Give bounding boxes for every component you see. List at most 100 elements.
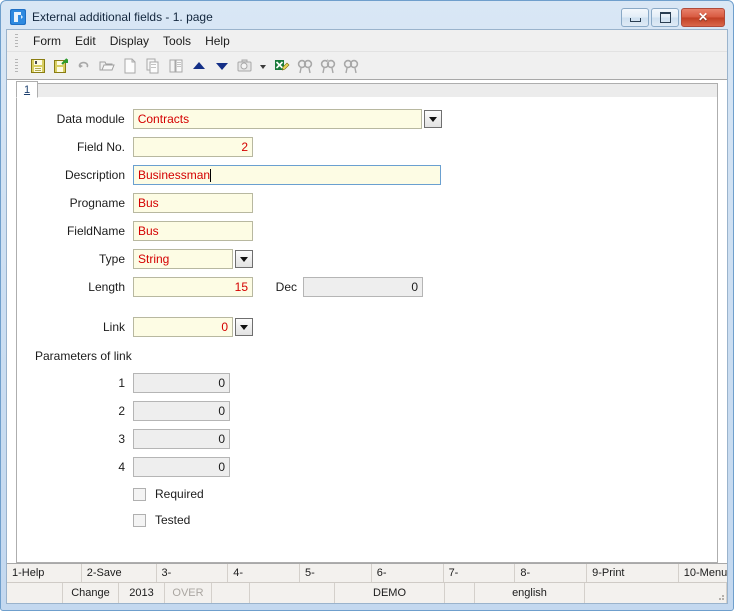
new-document-icon <box>124 58 135 73</box>
form-panel: Data module Field No. Description Busine… <box>16 97 718 563</box>
tab-strip: 1 <box>7 80 727 98</box>
find-icon <box>297 59 312 73</box>
minimize-button[interactable] <box>621 7 649 27</box>
status-blank-1 <box>7 583 63 603</box>
function-key-7[interactable]: 7- <box>444 564 516 582</box>
status-blank-4 <box>445 583 475 603</box>
menu-grip-handle[interactable] <box>15 33 18 48</box>
menu-item-display[interactable]: Display <box>103 32 156 50</box>
find-next-icon <box>320 58 335 73</box>
open-folder-button[interactable] <box>95 55 118 77</box>
parameter-1-input[interactable] <box>133 373 230 393</box>
field-row-length: Length Dec <box>17 277 423 297</box>
status-blank-5 <box>585 583 727 603</box>
function-key-1-help[interactable]: 1-Help <box>7 564 82 582</box>
field-no-label: Field No. <box>76 140 125 154</box>
parameter-row-3: 3 <box>17 429 230 449</box>
function-key-2-save[interactable]: 2-Save <box>82 564 157 582</box>
parameter-2-label: 2 <box>118 404 125 418</box>
form-area: 1 Data module Field No. <box>7 80 727 563</box>
link-dropdown-button[interactable] <box>235 318 253 336</box>
move-down-button[interactable] <box>210 55 233 77</box>
status-mode: Change <box>63 583 119 603</box>
export-excel-button[interactable] <box>270 55 293 77</box>
tested-checkbox[interactable] <box>133 513 146 527</box>
find-all-icon <box>343 59 358 73</box>
length-input[interactable] <box>133 277 253 297</box>
parameter-4-input[interactable] <box>133 457 230 477</box>
data-module-label: Data module <box>56 112 125 126</box>
function-key-3[interactable]: 3- <box>157 564 229 582</box>
camera-icon <box>237 59 251 71</box>
field-row-progname: Progname <box>17 193 253 213</box>
close-icon: ✕ <box>697 10 709 24</box>
type-dropdown-button[interactable] <box>235 250 253 268</box>
progname-input[interactable] <box>133 193 253 213</box>
parameter-row-2: 2 <box>17 401 230 421</box>
window-title: External additional fields - 1. page <box>32 10 213 24</box>
function-key-8[interactable]: 8- <box>515 564 588 582</box>
copy-button[interactable] <box>141 55 164 77</box>
description-input-value: Businessman <box>138 168 211 182</box>
arrow-down-icon <box>215 62 228 70</box>
required-checkbox-label: Required <box>155 487 204 501</box>
data-module-dropdown-button[interactable] <box>424 110 442 128</box>
link-input[interactable] <box>133 317 233 337</box>
function-key-9-print[interactable]: 9-Print <box>587 564 679 582</box>
maximize-button[interactable] <box>651 7 679 27</box>
parameters-of-link-label: Parameters of link <box>35 349 132 363</box>
chevron-down-icon <box>240 324 248 330</box>
menu-item-form[interactable]: Form <box>26 32 68 50</box>
function-key-6[interactable]: 6- <box>372 564 444 582</box>
status-year: 2013 <box>119 583 165 603</box>
find-next-button[interactable] <box>316 55 339 77</box>
required-checkbox[interactable] <box>133 487 146 501</box>
checkbox-row-tested: Tested <box>133 513 190 527</box>
status-bar: Change 2013 OVER DEMO english <box>7 582 727 603</box>
menu-item-tools[interactable]: Tools <box>156 32 198 50</box>
field-row-description: Description Businessman <box>17 165 441 185</box>
save-as-button[interactable] <box>49 55 72 77</box>
dec-label: Dec <box>275 280 297 294</box>
dropdown-arrow-icon <box>260 64 266 69</box>
new-document-button[interactable] <box>118 55 141 77</box>
toolbar <box>7 52 727 80</box>
parameter-2-input[interactable] <box>133 401 230 421</box>
tab-page-1-label: 1 <box>23 83 31 96</box>
data-module-input[interactable] <box>132 109 422 129</box>
function-key-10-menu[interactable]: 10-Menu <box>679 564 727 582</box>
toolbar-grip-handle[interactable] <box>15 58 18 73</box>
parameter-3-input[interactable] <box>133 429 230 449</box>
fieldname-input[interactable] <box>133 221 253 241</box>
find-button[interactable] <box>293 55 316 77</box>
toolbar-dropdown-button[interactable] <box>256 55 270 77</box>
window-controls: ✕ <box>621 7 725 27</box>
status-language: english <box>475 583 585 603</box>
menu-item-help[interactable]: Help <box>198 32 237 50</box>
type-input[interactable] <box>133 249 233 269</box>
undo-button[interactable] <box>72 55 95 77</box>
find-all-button[interactable] <box>339 55 362 77</box>
description-input[interactable]: Businessman <box>133 165 441 185</box>
progname-label: Progname <box>69 196 125 210</box>
close-button[interactable]: ✕ <box>681 7 725 27</box>
resize-grip-icon[interactable] <box>715 591 725 601</box>
chevron-down-icon <box>429 116 437 122</box>
title-bar: External additional fields - 1. page ✕ <box>6 5 728 29</box>
function-key-4[interactable]: 4- <box>228 564 301 582</box>
save-button[interactable] <box>26 55 49 77</box>
menu-item-edit[interactable]: Edit <box>68 32 103 50</box>
tab-strip-filler <box>38 83 718 98</box>
field-row-data-module: Data module <box>17 109 442 129</box>
tab-page-1[interactable]: 1 <box>16 81 38 98</box>
snapshot-button[interactable] <box>233 55 256 77</box>
dec-input[interactable] <box>303 277 423 297</box>
description-label: Description <box>64 168 125 182</box>
field-row-fieldname: FieldName <box>17 221 253 241</box>
move-up-button[interactable] <box>187 55 210 77</box>
function-key-5[interactable]: 5- <box>300 564 372 582</box>
field-no-input[interactable] <box>133 137 253 157</box>
application-window: External additional fields - 1. page ✕ F… <box>0 0 734 611</box>
save-as-icon <box>53 57 68 73</box>
paste-button[interactable] <box>164 55 187 77</box>
